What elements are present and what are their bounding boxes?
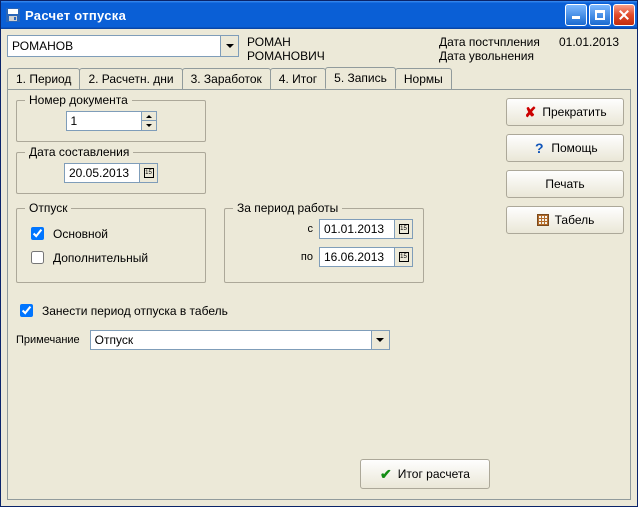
doc-date-legend: Дата составления [25, 145, 133, 159]
tab-record[interactable]: 5. Запись [325, 67, 396, 89]
tab-calc-days[interactable]: 2. Расчетн. дни [79, 68, 182, 90]
result-button-label: Итог расчета [398, 467, 470, 481]
tab-earnings[interactable]: 3. Заработок [182, 68, 271, 90]
to-tabel-checkbox[interactable]: Занести период отпуска в табель [16, 301, 492, 320]
grid-icon [536, 213, 550, 227]
note-label: Примечание [16, 334, 80, 346]
first-name: РОМАН [247, 35, 325, 49]
spin-down[interactable] [142, 121, 156, 130]
dialog-window: Расчет отпуска РОМАН РОМАНОВИЧ Дата пост… [0, 0, 638, 507]
minimize-button[interactable] [565, 4, 587, 26]
patronymic: РОМАНОВИЧ [247, 49, 325, 63]
vacation-extra-input[interactable] [31, 251, 44, 264]
tab-period[interactable]: 1. Период [7, 68, 80, 90]
chevron-down-icon [226, 44, 234, 48]
doc-date-group: Дата составления [16, 152, 206, 194]
doc-date-input[interactable] [65, 164, 139, 182]
period-to-label: по [289, 251, 313, 263]
cancel-button-label: Прекратить [542, 105, 606, 119]
surname-dropdown-button[interactable] [220, 36, 238, 56]
doc-date-input-wrap [64, 163, 158, 183]
print-button-label: Печать [545, 177, 584, 191]
fire-date-value [559, 49, 631, 63]
x-icon: ✘ [523, 105, 537, 119]
period-to-picker[interactable] [394, 248, 412, 266]
period-from-picker[interactable] [394, 220, 412, 238]
chevron-down-icon [376, 338, 384, 342]
check-icon: ✔ [380, 466, 392, 483]
surname-combo[interactable] [7, 35, 239, 57]
note-combo[interactable] [90, 330, 390, 350]
cancel-button[interactable]: ✘ Прекратить [506, 98, 624, 126]
doc-number-spinner[interactable] [141, 112, 156, 130]
side-buttons: ✘ Прекратить ? Помощь Печать Табель [500, 90, 630, 499]
tab-body: Номер документа Дата составления [7, 89, 631, 500]
vacation-main-input[interactable] [31, 227, 44, 240]
tabel-button-label: Табель [555, 213, 595, 227]
maximize-icon [595, 10, 605, 20]
note-input[interactable] [91, 331, 371, 349]
doc-number-legend: Номер документа [25, 93, 132, 107]
vacation-main-checkbox[interactable]: Основной [27, 224, 195, 243]
doc-number-input[interactable] [67, 112, 141, 130]
close-button[interactable] [613, 4, 635, 26]
doc-number-group: Номер документа [16, 100, 206, 142]
to-tabel-input[interactable] [20, 304, 33, 317]
calendar-icon [399, 224, 409, 234]
header-area: РОМАН РОМАНОВИЧ Дата постчпления 01.01.2… [1, 29, 637, 65]
close-icon [618, 9, 630, 21]
vacation-extra-label: Дополнительный [53, 251, 148, 265]
tab-strip: 1. Период 2. Расчетн. дни 3. Заработок 4… [1, 67, 637, 89]
work-period-legend: За период работы [233, 201, 342, 215]
calendar-icon [144, 168, 154, 178]
vacation-type-legend: Отпуск [25, 201, 71, 215]
help-button[interactable]: ? Помощь [506, 134, 624, 162]
window-title: Расчет отпуска [25, 8, 563, 23]
help-button-label: Помощь [551, 141, 597, 155]
print-button[interactable]: Печать [506, 170, 624, 198]
arrow-up-icon [146, 115, 152, 118]
question-icon: ? [532, 141, 546, 155]
vacation-extra-checkbox[interactable]: Дополнительный [27, 248, 195, 267]
fire-date-label: Дата увольнения [439, 49, 559, 63]
calendar-icon [399, 252, 409, 262]
period-to-input-wrap [319, 247, 413, 267]
name-block: РОМАН РОМАНОВИЧ [247, 35, 325, 63]
tab-norms[interactable]: Нормы [395, 68, 452, 90]
hire-date-label: Дата постчпления [439, 35, 559, 49]
work-period-group: За период работы с по [224, 208, 424, 283]
surname-input[interactable] [8, 36, 220, 56]
vacation-main-label: Основной [53, 227, 108, 241]
form-column: Номер документа Дата составления [8, 90, 500, 499]
hire-date-value: 01.01.2013 [559, 35, 631, 49]
period-to-input[interactable] [320, 248, 394, 266]
dates-block: Дата постчпления 01.01.2013 Дата увольне… [439, 35, 631, 63]
tabel-button[interactable]: Табель [506, 206, 624, 234]
doc-number-input-wrap [66, 111, 157, 131]
to-tabel-label: Занести период отпуска в табель [42, 304, 228, 318]
period-from-input-wrap [319, 219, 413, 239]
minimize-icon [571, 10, 581, 20]
floppy-icon [5, 7, 21, 23]
note-dropdown-button[interactable] [371, 331, 389, 349]
period-from-label: с [289, 223, 313, 235]
tab-result[interactable]: 4. Итог [270, 68, 326, 90]
maximize-button[interactable] [589, 4, 611, 26]
period-from-input[interactable] [320, 220, 394, 238]
bottom-button-area: ✔ Итог расчета [360, 459, 490, 489]
note-row: Примечание [16, 330, 492, 350]
doc-date-picker-button[interactable] [139, 164, 157, 182]
spin-up[interactable] [142, 112, 156, 121]
result-button[interactable]: ✔ Итог расчета [360, 459, 490, 489]
titlebar: Расчет отпуска [1, 1, 637, 29]
arrow-down-icon [146, 124, 152, 127]
vacation-type-group: Отпуск Основной Дополнительный [16, 208, 206, 283]
